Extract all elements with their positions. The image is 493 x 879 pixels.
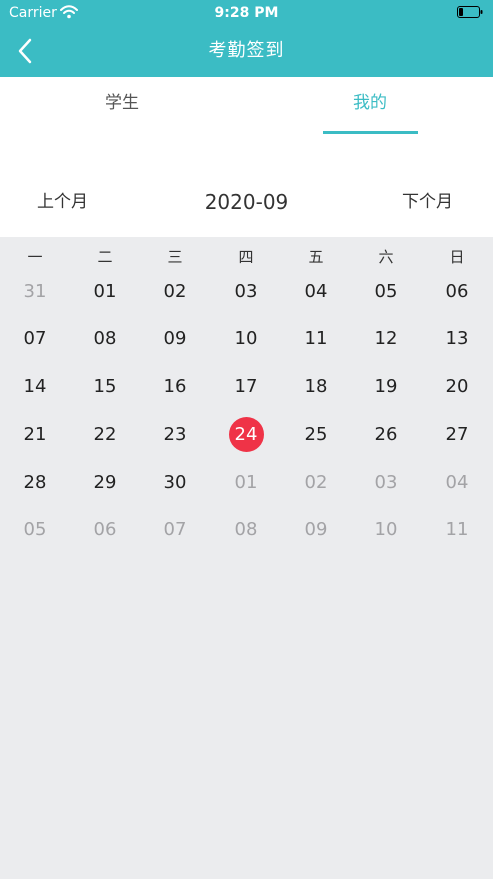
- calendar-day[interactable]: 01: [211, 471, 281, 495]
- calendar-grid: 一 二 三 四 五 六 日 31 01 02 03 04 05 06 07 08…: [0, 237, 493, 879]
- weekday-friday: 五: [308, 248, 324, 266]
- page-title: 考勤签到: [208, 40, 285, 61]
- calendar-day[interactable]: 15: [70, 375, 140, 399]
- calendar-day[interactable]: 04: [281, 280, 351, 304]
- calendar-day[interactable]: 04: [422, 471, 492, 495]
- calendar-day[interactable]: 25: [281, 423, 351, 447]
- calendar-day[interactable]: 21: [0, 423, 70, 447]
- tab-bar: 学生 我的: [0, 77, 493, 135]
- weekday-wednesday: 三: [167, 248, 183, 266]
- calendar-day[interactable]: 20: [422, 375, 492, 399]
- calendar-day[interactable]: 26: [351, 423, 421, 447]
- calendar-day[interactable]: 27: [422, 423, 492, 447]
- calendar-day[interactable]: 23: [140, 423, 210, 447]
- calendar-day[interactable]: 05: [351, 280, 421, 304]
- status-time: 9:28 PM: [214, 5, 279, 21]
- tab-selected-indicator: [323, 131, 418, 134]
- calendar-day[interactable]: 05: [0, 518, 70, 542]
- calendar-day[interactable]: 18: [281, 375, 351, 399]
- weekday-monday: 一: [27, 248, 43, 266]
- calendar-day[interactable]: 10: [211, 327, 281, 351]
- calendar-day[interactable]: 09: [281, 518, 351, 542]
- weekday-tuesday: 二: [97, 248, 113, 266]
- calendar-day[interactable]: 28: [0, 471, 70, 495]
- calendar-day[interactable]: 17: [211, 375, 281, 399]
- calendar-day[interactable]: 12: [351, 327, 421, 351]
- navigation-bar: 考勤签到: [0, 26, 493, 77]
- tab-mine[interactable]: 我的: [320, 92, 420, 114]
- weekday-saturday: 六: [378, 248, 394, 266]
- calendar-day[interactable]: 02: [140, 280, 210, 304]
- calendar-day[interactable]: 31: [0, 280, 70, 304]
- calendar-day[interactable]: 10: [351, 518, 421, 542]
- calendar-day[interactable]: 11: [422, 518, 492, 542]
- calendar-day[interactable]: 06: [422, 280, 492, 304]
- calendar-day[interactable]: 03: [351, 471, 421, 495]
- calendar-day[interactable]: 08: [211, 518, 281, 542]
- calendar-day[interactable]: 16: [140, 375, 210, 399]
- calendar-day[interactable]: 19: [351, 375, 421, 399]
- calendar-day-today[interactable]: 24: [211, 423, 281, 447]
- top-bar: Carrier 9:28 PM 考勤签到: [0, 0, 493, 77]
- status-bar: Carrier 9:28 PM: [0, 0, 493, 26]
- next-month-button[interactable]: 下个月: [402, 191, 453, 213]
- calendar-day[interactable]: 06: [70, 518, 140, 542]
- calendar-day[interactable]: 09: [140, 327, 210, 351]
- calendar-day[interactable]: 14: [0, 375, 70, 399]
- weekday-sunday: 日: [449, 248, 465, 266]
- calendar-day[interactable]: 30: [140, 471, 210, 495]
- calendar-day[interactable]: 01: [70, 280, 140, 304]
- calendar-day[interactable]: 11: [281, 327, 351, 351]
- calendar-day[interactable]: 22: [70, 423, 140, 447]
- calendar-day[interactable]: 13: [422, 327, 492, 351]
- tab-student[interactable]: 学生: [72, 92, 172, 114]
- calendar-day[interactable]: 07: [140, 518, 210, 542]
- calendar-day[interactable]: 29: [70, 471, 140, 495]
- calendar-day[interactable]: 08: [70, 327, 140, 351]
- month-navigation: 上个月 2020-09 下个月: [0, 135, 493, 237]
- calendar-day[interactable]: 02: [281, 471, 351, 495]
- calendar-day[interactable]: 03: [211, 280, 281, 304]
- battery-icon: [457, 6, 483, 18]
- calendar-day[interactable]: 07: [0, 327, 70, 351]
- weekday-thursday: 四: [238, 248, 254, 266]
